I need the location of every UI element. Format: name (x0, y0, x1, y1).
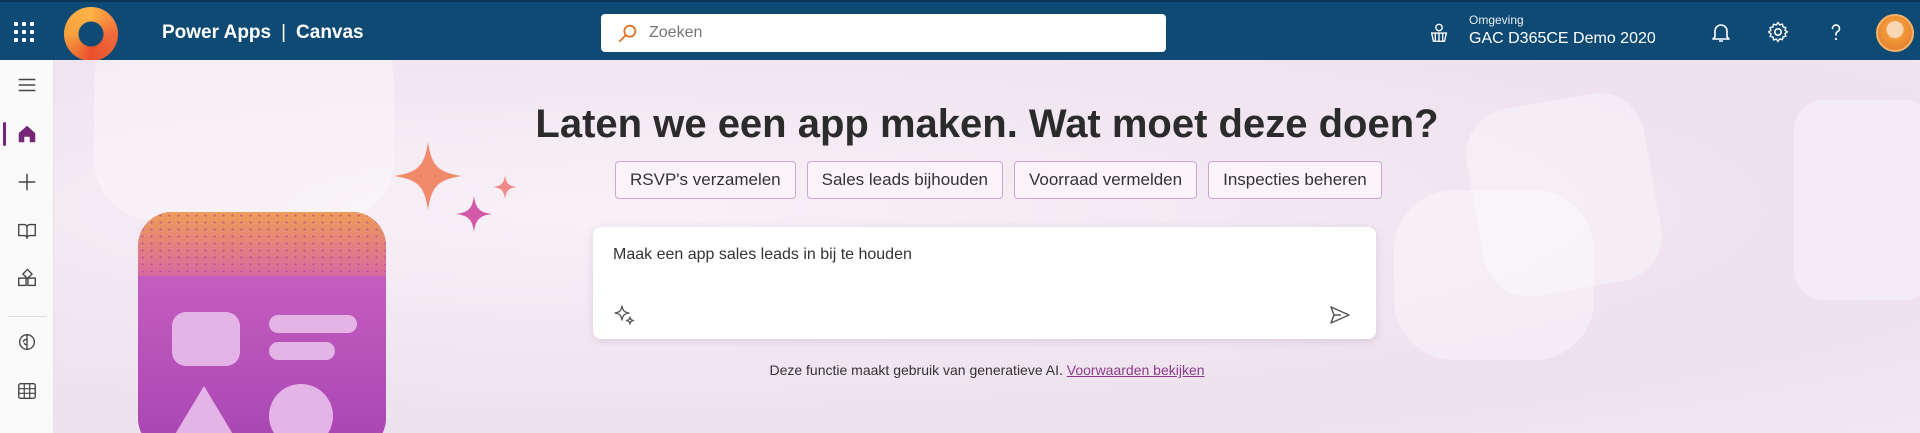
home-icon (18, 125, 36, 143)
bell-icon[interactable] (1709, 20, 1733, 44)
rail-divider (8, 316, 46, 317)
environment-name[interactable]: GAC D365CE Demo 2020 (1469, 30, 1656, 48)
prompt-input[interactable]: Maak een app sales leads in bij te houde… (613, 246, 912, 264)
app-launcher-icon[interactable] (12, 20, 36, 44)
sparkle-icon (493, 175, 517, 199)
search-icon (618, 24, 637, 43)
nav-learn[interactable] (0, 211, 54, 251)
suggestion-chip[interactable]: Voorraad vermelden (1014, 161, 1198, 199)
help-icon[interactable] (1824, 20, 1848, 44)
sparkle-icon (456, 196, 492, 232)
environment-icon[interactable] (1428, 22, 1450, 44)
nav-tables[interactable] (0, 371, 54, 411)
search-input[interactable] (649, 24, 1129, 42)
top-bar: Power Apps | Canvas Omgeving GAC D365CE De… (0, 0, 1920, 61)
suggestion-chip[interactable]: Inspecties beheren (1208, 161, 1382, 199)
send-icon[interactable] (1328, 303, 1352, 327)
copilot-prompt-box[interactable]: Maak een app sales leads in bij te houde… (593, 227, 1376, 339)
power-apps-logo (64, 7, 118, 61)
user-avatar[interactable] (1876, 14, 1914, 52)
disclaimer-text: Deze functie maakt gebruik van generatie… (769, 362, 1063, 378)
nav-ai-hub[interactable] (0, 322, 54, 362)
search-box[interactable] (601, 14, 1166, 52)
app-title[interactable]: Power Apps | Canvas (162, 22, 364, 44)
brain-icon (19, 333, 35, 351)
apps-icon (18, 268, 36, 287)
suggestion-chips: RSVP's verzamelen Sales leads bijhouden … (615, 161, 1382, 199)
plus-icon (18, 173, 36, 191)
nav-create[interactable] (0, 162, 54, 202)
hero-section: Laten we een app maken. Wat moet deze do… (54, 60, 1920, 433)
ai-disclaimer: Deze functie maakt gebruik van generatie… (54, 362, 1920, 378)
suggestion-chip[interactable]: Sales leads bijhouden (806, 161, 1003, 199)
product-name: Canvas (296, 22, 364, 43)
nav-apps[interactable] (0, 259, 54, 299)
background-decoration (1394, 190, 1594, 360)
sparkle-icon (394, 142, 462, 210)
nav-home[interactable] (0, 114, 54, 154)
gear-icon[interactable] (1766, 20, 1790, 44)
book-icon (18, 223, 36, 240)
hero-heading: Laten we een app maken. Wat moet deze do… (535, 102, 1439, 146)
suggestion-chip[interactable]: RSVP's verzamelen (615, 161, 796, 199)
left-navigation-rail (0, 60, 54, 433)
menu-toggle-button[interactable] (0, 65, 54, 105)
hamburger-icon (18, 78, 36, 92)
table-icon (18, 382, 36, 400)
title-separator: | (281, 22, 287, 43)
app-illustration (138, 212, 386, 433)
terms-link[interactable]: Voorwaarden bekijken (1067, 362, 1205, 378)
app-name: Power Apps (162, 22, 272, 43)
copilot-sparkle-icon[interactable] (613, 303, 637, 327)
environment-label: Omgeving (1469, 13, 1524, 27)
